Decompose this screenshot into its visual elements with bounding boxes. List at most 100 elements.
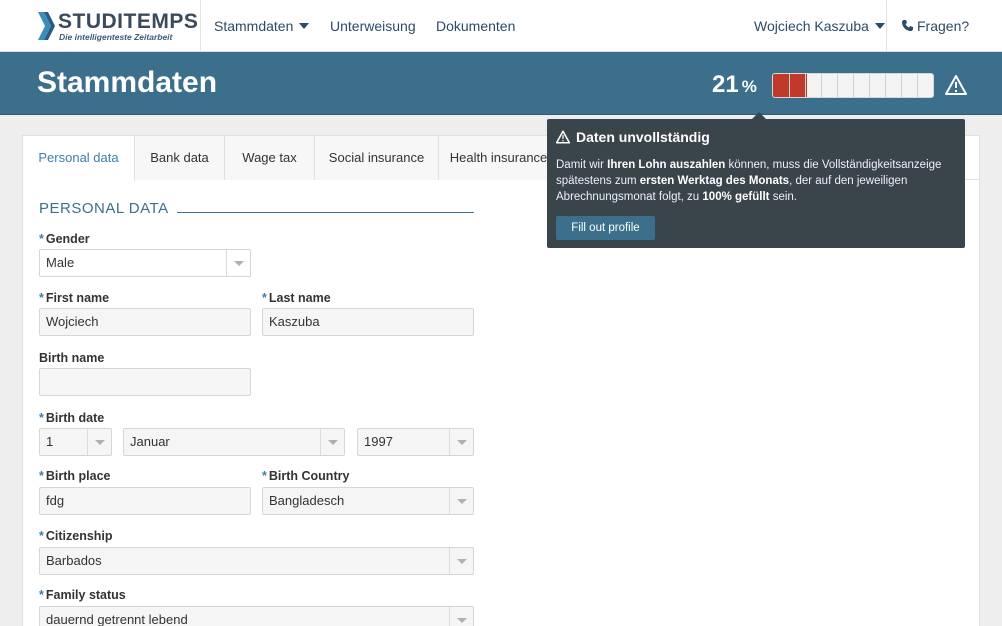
citizenship-label: * Citizenship [39, 529, 113, 543]
family-status-value: dauernd getrennt lebend [46, 612, 188, 626]
nav-item-dokumenten[interactable]: Dokumenten [436, 0, 515, 52]
progress-segment-divider [853, 74, 854, 97]
birth-month-value: Januar [130, 434, 170, 449]
birth-year-select[interactable]: 1997 [357, 428, 474, 456]
birth-name-label: Birth name [39, 351, 105, 365]
page-title: Stammdaten [37, 66, 218, 99]
gender-label-text: Gender [45, 232, 90, 246]
progress-segment-divider [805, 74, 806, 97]
tooltip-emphasis: Ihren Lohn auszahlen [607, 159, 726, 171]
first-name-input[interactable]: Wojciech [39, 308, 251, 336]
required-mark: * [39, 291, 44, 305]
tooltip-emphasis: ersten Werktag des Monats [639, 175, 790, 187]
required-mark: * [39, 529, 44, 543]
user-name: Wojciech Kaszuba [754, 18, 869, 34]
required-mark: * [39, 411, 44, 425]
progress-segment-divider [917, 74, 918, 97]
tab-social-insurance[interactable]: Social insurance [315, 136, 439, 180]
gender-select[interactable]: Male [39, 249, 251, 277]
birth-country-select[interactable]: Bangladesch [262, 487, 474, 515]
birth-country-label-text: Birth Country [268, 469, 350, 483]
progress-segment-divider [789, 74, 790, 97]
tab-wage-tax[interactable]: Wage tax [225, 136, 315, 180]
required-mark: * [262, 291, 267, 305]
tooltip-text: Damit wir [556, 159, 608, 171]
nav-item-stammdaten[interactable]: Stammdaten [214, 0, 310, 52]
section-title: PERSONAL DATA [39, 200, 169, 217]
warning-icon[interactable] [945, 74, 967, 96]
family-status-select[interactable]: dauernd getrennt lebend [39, 606, 474, 626]
chevron-down-icon [226, 250, 250, 276]
gender-label: * Gender [39, 232, 90, 246]
tooltip-text: sein. [769, 191, 798, 203]
first-name-label: * First name [39, 291, 109, 305]
birth-year-value: 1997 [364, 434, 393, 449]
logo-tagline: Die intelligenteste Zeitarbeit [59, 32, 173, 42]
warning-icon [556, 130, 570, 144]
nav-item-unterweisung[interactable]: Unterweisung [330, 0, 416, 52]
chevron-down-icon [449, 607, 473, 626]
nav-divider [886, 0, 887, 51]
birth-place-label-text: Birth place [45, 469, 111, 483]
logo-text: STUDITEMPS [58, 10, 199, 33]
required-mark: * [262, 469, 267, 483]
phone-icon [902, 20, 913, 31]
tooltip-arrow [752, 112, 766, 119]
birth-date-label: * Birth date [39, 411, 104, 425]
birth-day-select[interactable]: 1 [39, 428, 112, 456]
first-name-label-text: First name [45, 291, 110, 305]
progress-segment-divider [901, 74, 902, 97]
birth-country-label: * Birth Country [262, 469, 349, 483]
help-link[interactable]: Fragen? [902, 0, 969, 52]
birth-month-select[interactable]: Januar [123, 428, 345, 456]
completion-value: 21 [712, 71, 739, 98]
chevron-down-icon [320, 429, 344, 455]
required-mark: * [39, 232, 44, 246]
last-name-label: * Last name [262, 291, 331, 305]
family-status-label: * Family status [39, 588, 126, 602]
last-name-label-text: Last name [268, 291, 331, 305]
citizenship-select[interactable]: Barbados [39, 547, 474, 575]
progress-segment-divider [885, 74, 886, 97]
birth-place-label: * Birth place [39, 469, 110, 483]
fill-out-profile-button[interactable]: Fill out profile [556, 216, 655, 240]
gender-value: Male [46, 255, 75, 270]
birth-place-input[interactable]: fdg [39, 487, 251, 515]
birth-day-value: 1 [46, 434, 54, 449]
completion-percent: 21% [712, 71, 757, 99]
logo-chevron-icon [38, 12, 55, 40]
page-header: Stammdaten 21% [0, 52, 1002, 115]
family-status-label-text: Family status [45, 588, 126, 602]
required-mark: * [39, 588, 44, 602]
studitemps-logo[interactable]: STUDITEMPS Die intelligenteste Zeitarbei… [38, 10, 198, 44]
chevron-down-icon [449, 488, 473, 514]
tooltip-title: Daten unvollständig [556, 129, 710, 145]
progress-segment-divider [869, 74, 870, 97]
nav-item-label: Dokumenten [436, 18, 516, 34]
required-mark: * [39, 469, 44, 483]
incomplete-data-tooltip: Daten unvollständig Damit wir Ihren Lohn… [547, 112, 965, 248]
citizenship-label-text: Citizenship [45, 529, 113, 543]
tab-bank-data[interactable]: Bank data [135, 136, 225, 180]
nav-item-label: Unterweisung [330, 18, 416, 34]
birth-name-input[interactable] [39, 368, 251, 396]
progress-segment-divider [821, 74, 822, 97]
help-label: Fragen? [917, 18, 970, 34]
section-divider [177, 212, 474, 213]
nav-divider [200, 0, 201, 51]
citizenship-value: Barbados [46, 553, 102, 568]
user-menu[interactable]: Wojciech Kaszuba [754, 0, 885, 52]
tab-health-insurance[interactable]: Health insurance [439, 136, 559, 180]
tab-personal-data[interactable]: Personal data [23, 136, 135, 181]
last-name-input[interactable]: Kaszuba [262, 308, 474, 336]
chevron-down-icon [87, 429, 111, 455]
birth-country-value: Bangladesch [269, 493, 345, 508]
caret-down-icon [874, 23, 885, 29]
progress-segment-divider [837, 74, 838, 97]
chevron-down-icon [449, 548, 473, 574]
birth-date-label-text: Birth date [45, 411, 105, 425]
tooltip-message: Damit wir Ihren Lohn auszahlen können, m… [556, 157, 956, 205]
completion-progress-bar [772, 73, 934, 98]
percent-symbol: % [741, 77, 757, 96]
top-navbar: STUDITEMPS Die intelligenteste Zeitarbei… [0, 0, 1002, 52]
